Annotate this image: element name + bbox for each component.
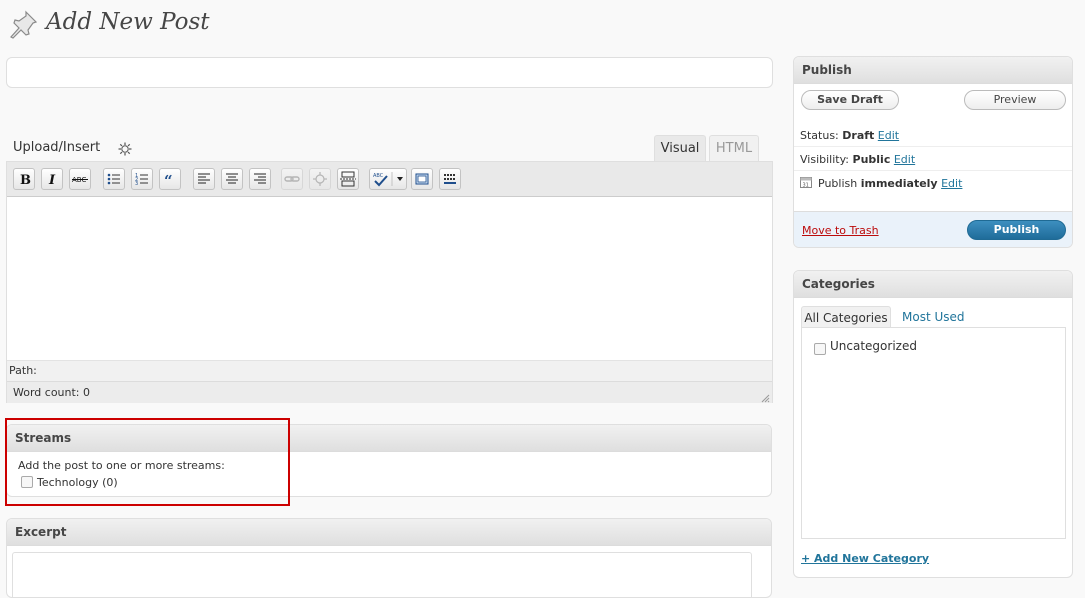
excerpt-textarea[interactable] <box>12 552 752 597</box>
publish-schedule-value: immediately <box>860 177 938 190</box>
fullscreen-icon[interactable] <box>411 168 433 190</box>
post-editor: B I ABC 123 “ ABC Path: Word count: 0 <box>6 161 773 403</box>
add-media-icon[interactable] <box>118 142 132 156</box>
highlight-box <box>5 418 290 506</box>
post-title-input[interactable] <box>6 57 773 88</box>
page-title: Add New Post <box>46 9 210 35</box>
publish-actions: Move to Trash Publish <box>794 211 1072 247</box>
blockquote-icon[interactable]: “ <box>159 168 181 190</box>
svg-text:3: 3 <box>135 181 138 187</box>
word-count: Word count: 0 <box>13 386 91 399</box>
italic-icon[interactable]: I <box>41 168 63 190</box>
category-checkbox[interactable] <box>814 343 826 355</box>
resize-handle-icon[interactable] <box>760 392 770 403</box>
save-draft-button[interactable]: Save Draft <box>801 90 899 110</box>
strikethrough-icon[interactable]: ABC <box>69 168 91 190</box>
spellcheck-icon[interactable]: ABC <box>369 168 407 190</box>
visibility-label: Visibility: <box>800 153 850 166</box>
svg-text:“: “ <box>164 172 173 187</box>
status-row: Status: Draft Edit <box>800 129 899 142</box>
svg-text:I: I <box>48 173 56 187</box>
visibility-value: Public <box>852 153 891 166</box>
bullet-list-icon[interactable] <box>103 168 125 190</box>
tab-html[interactable]: HTML <box>709 135 759 162</box>
move-to-trash-link[interactable]: Move to Trash <box>802 224 879 237</box>
visibility-edit-link[interactable]: Edit <box>894 153 915 166</box>
editor-toolbar: B I ABC 123 “ ABC <box>7 162 772 197</box>
numbered-list-icon[interactable]: 123 <box>131 168 153 190</box>
upload-insert-label: Upload/Insert <box>13 140 101 155</box>
category-label[interactable]: Uncategorized <box>830 339 917 353</box>
divider <box>794 170 1072 171</box>
publish-title: Publish <box>802 63 852 77</box>
preview-button[interactable]: Preview <box>964 90 1066 110</box>
categories-title: Categories <box>802 277 875 291</box>
publish-schedule-label: Publish <box>818 177 858 190</box>
excerpt-box: Excerpt <box>6 518 772 598</box>
svg-text:31: 31 <box>803 183 809 189</box>
align-center-icon[interactable] <box>221 168 243 190</box>
align-right-icon[interactable] <box>249 168 271 190</box>
status-label: Status: <box>800 129 839 142</box>
publish-button[interactable]: Publish <box>967 220 1066 240</box>
svg-text:B: B <box>20 173 31 187</box>
schedule-edit-link[interactable]: Edit <box>941 177 962 190</box>
excerpt-header[interactable]: Excerpt <box>7 519 771 546</box>
editor-content-area[interactable] <box>7 197 772 360</box>
svg-text:ABC: ABC <box>373 173 384 179</box>
publish-box: Publish Save Draft Preview Status: Draft… <box>793 56 1073 248</box>
pushpin-icon <box>8 8 40 40</box>
status-edit-link[interactable]: Edit <box>878 129 899 142</box>
calendar-icon: 31 <box>800 176 812 189</box>
word-count-bar: Word count: 0 <box>7 381 772 403</box>
unlink-icon[interactable] <box>309 168 331 190</box>
status-value: Draft <box>842 129 875 142</box>
category-list: Uncategorized <box>801 327 1066 539</box>
categories-box: Categories All Categories Most Used Unca… <box>793 270 1073 578</box>
add-new-category-link[interactable]: + Add New Category <box>801 552 929 565</box>
excerpt-title: Excerpt <box>15 525 67 539</box>
tab-visual[interactable]: Visual <box>654 135 706 162</box>
visibility-row: Visibility: Public Edit <box>800 153 915 166</box>
align-left-icon[interactable] <box>193 168 215 190</box>
tab-most-used[interactable]: Most Used <box>902 310 965 324</box>
publish-header[interactable]: Publish <box>794 57 1072 84</box>
path-label: Path: <box>9 364 37 377</box>
link-icon[interactable] <box>281 168 303 190</box>
schedule-row: Publish immediately Edit <box>818 177 962 190</box>
more-tag-icon[interactable] <box>337 168 359 190</box>
bold-icon[interactable]: B <box>13 168 35 190</box>
tab-all-categories[interactable]: All Categories <box>801 306 891 328</box>
kitchen-sink-icon[interactable] <box>439 168 461 190</box>
divider <box>794 146 1072 147</box>
categories-header[interactable]: Categories <box>794 271 1072 298</box>
path-bar: Path: <box>7 360 772 381</box>
